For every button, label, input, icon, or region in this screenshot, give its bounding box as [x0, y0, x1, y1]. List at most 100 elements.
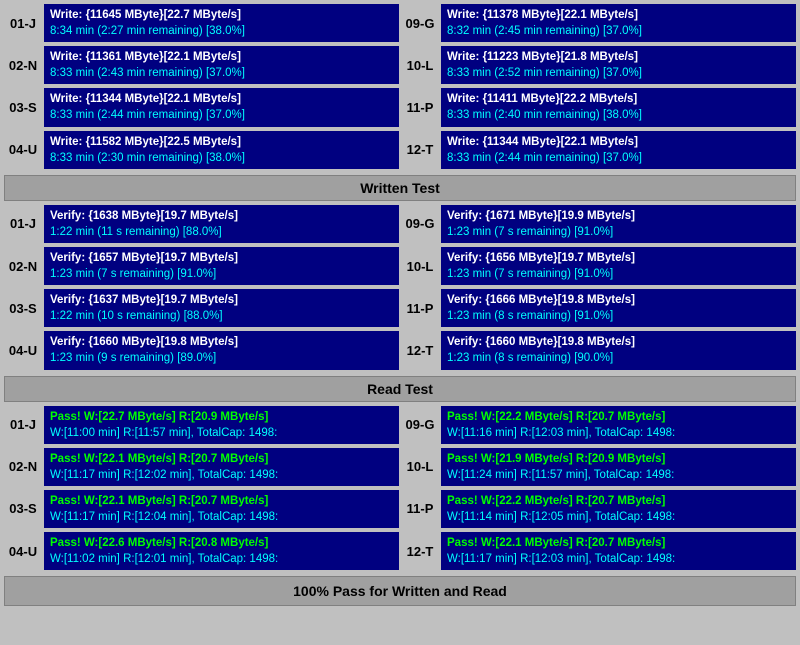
line2-04u-read: W:[11:02 min] R:[12:01 min], TotalCap: 1… — [50, 551, 393, 567]
line1-11p-read: Pass! W:[22.2 MByte/s] R:[20.7 MByte/s] — [447, 493, 790, 509]
verify-grid: 01-J Verify: {1638 MByte}[19.7 MByte/s] … — [4, 205, 796, 372]
verify-row-10l: 10-L Verify: {1656 MByte}[19.7 MByte/s] … — [401, 247, 796, 285]
line2-02n-write: 8:33 min (2:43 min remaining) [37.0%] — [50, 65, 393, 81]
label-03s-read: 03-S — [4, 490, 42, 528]
read-section: 01-J Pass! W:[22.7 MByte/s] R:[20.9 MByt… — [4, 406, 796, 573]
line1-02n-verify: Verify: {1657 MByte}[19.7 MByte/s] — [50, 250, 393, 266]
verify-left: 01-J Verify: {1638 MByte}[19.7 MByte/s] … — [4, 205, 399, 372]
write-row-10l: 10-L Write: {11223 MByte}[21.8 MByte/s] … — [401, 46, 796, 84]
info-04u-write: Write: {11582 MByte}[22.5 MByte/s] 8:33 … — [44, 131, 399, 169]
info-03s-verify: Verify: {1637 MByte}[19.7 MByte/s] 1:22 … — [44, 289, 399, 327]
line2-03s-read: W:[11:17 min] R:[12:04 min], TotalCap: 1… — [50, 509, 393, 525]
line1-09g-read: Pass! W:[22.2 MByte/s] R:[20.7 MByte/s] — [447, 409, 790, 425]
label-09g-verify: 09-G — [401, 205, 439, 243]
line1-12t-verify: Verify: {1660 MByte}[19.8 MByte/s] — [447, 334, 790, 350]
line1-04u-read: Pass! W:[22.6 MByte/s] R:[20.8 MByte/s] — [50, 535, 393, 551]
line1-09g-verify: Verify: {1671 MByte}[19.9 MByte/s] — [447, 208, 790, 224]
verify-row-12t: 12-T Verify: {1660 MByte}[19.8 MByte/s] … — [401, 331, 796, 369]
label-09g-read: 09-G — [401, 406, 439, 444]
line2-11p-read: W:[11:14 min] R:[12:05 min], TotalCap: 1… — [447, 509, 790, 525]
info-03s-write: Write: {11344 MByte}[22.1 MByte/s] 8:33 … — [44, 88, 399, 126]
verify-row-04u: 04-U Verify: {1660 MByte}[19.8 MByte/s] … — [4, 331, 399, 369]
write-row-01j: 01-J Write: {11645 MByte}[22.7 MByte/s] … — [4, 4, 399, 42]
verify-row-02n: 02-N Verify: {1657 MByte}[19.7 MByte/s] … — [4, 247, 399, 285]
line2-03s-verify: 1:22 min (10 s remaining) [88.0%] — [50, 308, 393, 324]
label-11p-write: 11-P — [401, 88, 439, 126]
line1-11p-write: Write: {11411 MByte}[22.2 MByte/s] — [447, 91, 790, 107]
label-09g-write: 09-G — [401, 4, 439, 42]
label-02n-write: 02-N — [4, 46, 42, 84]
line2-09g-write: 8:32 min (2:45 min remaining) [37.0%] — [447, 23, 790, 39]
line2-09g-verify: 1:23 min (7 s remaining) [91.0%] — [447, 224, 790, 240]
line1-02n-write: Write: {11361 MByte}[22.1 MByte/s] — [50, 49, 393, 65]
info-04u-read: Pass! W:[22.6 MByte/s] R:[20.8 MByte/s] … — [44, 532, 399, 570]
label-11p-read: 11-P — [401, 490, 439, 528]
label-01j-verify: 01-J — [4, 205, 42, 243]
verify-section: 01-J Verify: {1638 MByte}[19.7 MByte/s] … — [4, 205, 796, 372]
info-04u-verify: Verify: {1660 MByte}[19.8 MByte/s] 1:23 … — [44, 331, 399, 369]
line1-04u-verify: Verify: {1660 MByte}[19.8 MByte/s] — [50, 334, 393, 350]
label-10l-verify: 10-L — [401, 247, 439, 285]
label-12t-write: 12-T — [401, 131, 439, 169]
line2-11p-write: 8:33 min (2:40 min remaining) [38.0%] — [447, 107, 790, 123]
line1-04u-write: Write: {11582 MByte}[22.5 MByte/s] — [50, 134, 393, 150]
info-03s-read: Pass! W:[22.1 MByte/s] R:[20.7 MByte/s] … — [44, 490, 399, 528]
label-02n-read: 02-N — [4, 448, 42, 486]
read-row-02n: 02-N Pass! W:[22.1 MByte/s] R:[20.7 MByt… — [4, 448, 399, 486]
info-09g-write: Write: {11378 MByte}[22.1 MByte/s] 8:32 … — [441, 4, 796, 42]
label-10l-write: 10-L — [401, 46, 439, 84]
label-11p-verify: 11-P — [401, 289, 439, 327]
verify-right: 09-G Verify: {1671 MByte}[19.9 MByte/s] … — [401, 205, 796, 372]
line1-03s-read: Pass! W:[22.1 MByte/s] R:[20.7 MByte/s] — [50, 493, 393, 509]
line2-10l-write: 8:33 min (2:52 min remaining) [37.0%] — [447, 65, 790, 81]
info-10l-verify: Verify: {1656 MByte}[19.7 MByte/s] 1:23 … — [441, 247, 796, 285]
read-row-10l: 10-L Pass! W:[21.9 MByte/s] R:[20.9 MByt… — [401, 448, 796, 486]
line1-10l-read: Pass! W:[21.9 MByte/s] R:[20.9 MByte/s] — [447, 451, 790, 467]
label-02n-verify: 02-N — [4, 247, 42, 285]
line2-12t-read: W:[11:17 min] R:[12:03 min], TotalCap: 1… — [447, 551, 790, 567]
write-row-02n: 02-N Write: {11361 MByte}[22.1 MByte/s] … — [4, 46, 399, 84]
written-test-header: Written Test — [4, 175, 796, 201]
line1-12t-write: Write: {11344 MByte}[22.1 MByte/s] — [447, 134, 790, 150]
info-10l-write: Write: {11223 MByte}[21.8 MByte/s] 8:33 … — [441, 46, 796, 84]
label-12t-verify: 12-T — [401, 331, 439, 369]
info-12t-write: Write: {11344 MByte}[22.1 MByte/s] 8:33 … — [441, 131, 796, 169]
read-grid: 01-J Pass! W:[22.7 MByte/s] R:[20.9 MByt… — [4, 406, 796, 573]
info-11p-write: Write: {11411 MByte}[22.2 MByte/s] 8:33 … — [441, 88, 796, 126]
read-row-12t: 12-T Pass! W:[22.1 MByte/s] R:[20.7 MByt… — [401, 532, 796, 570]
write-row-03s: 03-S Write: {11344 MByte}[22.1 MByte/s] … — [4, 88, 399, 126]
line1-09g-write: Write: {11378 MByte}[22.1 MByte/s] — [447, 7, 790, 23]
line2-02n-read: W:[11:17 min] R:[12:02 min], TotalCap: 1… — [50, 467, 393, 483]
final-banner: 100% Pass for Written and Read — [4, 576, 796, 606]
line1-10l-verify: Verify: {1656 MByte}[19.7 MByte/s] — [447, 250, 790, 266]
line2-03s-write: 8:33 min (2:44 min remaining) [37.0%] — [50, 107, 393, 123]
line1-12t-read: Pass! W:[22.1 MByte/s] R:[20.7 MByte/s] — [447, 535, 790, 551]
write-section: 01-J Write: {11645 MByte}[22.7 MByte/s] … — [4, 4, 796, 171]
main-container: 01-J Write: {11645 MByte}[22.7 MByte/s] … — [0, 0, 800, 610]
line2-04u-verify: 1:23 min (9 s remaining) [89.0%] — [50, 350, 393, 366]
write-grid: 01-J Write: {11645 MByte}[22.7 MByte/s] … — [4, 4, 796, 171]
line2-10l-read: W:[11:24 min] R:[11:57 min], TotalCap: 1… — [447, 467, 790, 483]
info-01j-read: Pass! W:[22.7 MByte/s] R:[20.9 MByte/s] … — [44, 406, 399, 444]
label-01j-read: 01-J — [4, 406, 42, 444]
write-row-09g: 09-G Write: {11378 MByte}[22.1 MByte/s] … — [401, 4, 796, 42]
line2-11p-verify: 1:23 min (8 s remaining) [91.0%] — [447, 308, 790, 324]
line1-10l-write: Write: {11223 MByte}[21.8 MByte/s] — [447, 49, 790, 65]
info-12t-verify: Verify: {1660 MByte}[19.8 MByte/s] 1:23 … — [441, 331, 796, 369]
label-04u-read: 04-U — [4, 532, 42, 570]
line1-01j-read: Pass! W:[22.7 MByte/s] R:[20.9 MByte/s] — [50, 409, 393, 425]
read-left: 01-J Pass! W:[22.7 MByte/s] R:[20.9 MByt… — [4, 406, 399, 573]
line2-10l-verify: 1:23 min (7 s remaining) [91.0%] — [447, 266, 790, 282]
info-01j-verify: Verify: {1638 MByte}[19.7 MByte/s] 1:22 … — [44, 205, 399, 243]
verify-row-03s: 03-S Verify: {1637 MByte}[19.7 MByte/s] … — [4, 289, 399, 327]
write-row-04u: 04-U Write: {11582 MByte}[22.5 MByte/s] … — [4, 131, 399, 169]
line2-01j-write: 8:34 min (2:27 min remaining) [38.0%] — [50, 23, 393, 39]
label-03s-verify: 03-S — [4, 289, 42, 327]
line2-01j-read: W:[11:00 min] R:[11:57 min], TotalCap: 1… — [50, 425, 393, 441]
write-left: 01-J Write: {11645 MByte}[22.7 MByte/s] … — [4, 4, 399, 171]
info-11p-read: Pass! W:[22.2 MByte/s] R:[20.7 MByte/s] … — [441, 490, 796, 528]
line2-04u-write: 8:33 min (2:30 min remaining) [38.0%] — [50, 150, 393, 166]
read-right: 09-G Pass! W:[22.2 MByte/s] R:[20.7 MByt… — [401, 406, 796, 573]
line2-12t-write: 8:33 min (2:44 min remaining) [37.0%] — [447, 150, 790, 166]
write-row-12t: 12-T Write: {11344 MByte}[22.1 MByte/s] … — [401, 131, 796, 169]
